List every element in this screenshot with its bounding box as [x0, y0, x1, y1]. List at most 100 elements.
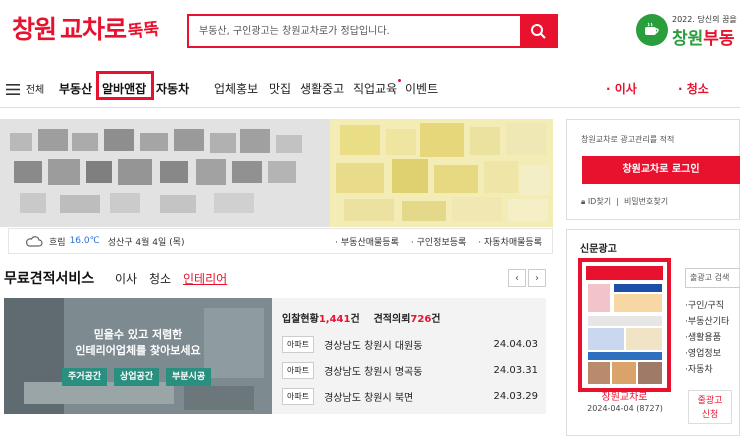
newspaper-thumbnail[interactable]: [578, 258, 671, 392]
nav-item-education[interactable]: 직업교육: [353, 70, 397, 108]
row-date: 24.04.03: [493, 338, 538, 350]
newspaper-ad-title: 신문광고: [580, 244, 617, 255]
thumbnail-caption[interactable]: 창원교차로: [578, 388, 671, 403]
weather-date: 성산구 4월 4일 (목): [107, 237, 185, 248]
weather-temp: 16.0℃: [69, 236, 100, 246]
brand-tagline: 2022. 당신의 꿈을: [672, 15, 737, 24]
brand-banner[interactable]: 2022. 당신의 꿈을 창원부동: [636, 10, 737, 49]
nav-item-event[interactable]: 이벤트: [405, 70, 438, 108]
find-id-link[interactable]: ID찾기: [588, 197, 611, 206]
bid-stats-panel: 입찰현황1,441건 견적의뢰726건 아파트 경상남도 창원시 대원동 24.…: [272, 298, 546, 414]
cloud-icon: [25, 236, 43, 247]
coffee-cup-icon: [636, 13, 668, 46]
residential-button[interactable]: 주거공간: [62, 368, 108, 386]
classified-links: ·구인/구직 ·부동산기타 ·생활용품 ·영업정보 ·자동차: [685, 298, 729, 378]
stats-value-bids: 1,441: [318, 314, 351, 325]
weather-bar: 흐림 16.0℃ 성산구 4월 4일 (목) · 부동산매물등록 · 구인정보등…: [8, 228, 553, 254]
tab-cleaning[interactable]: 청소: [149, 270, 171, 287]
brand-name-b: 부동: [703, 29, 735, 49]
type-badge: 아파트: [282, 335, 315, 353]
chevron-right-icon: ›: [535, 272, 539, 284]
nav-item-food[interactable]: 맛집: [269, 70, 291, 108]
nav-item-jobs[interactable]: 알바앤잡: [102, 70, 146, 108]
search-icon: [531, 24, 546, 39]
nav-item-promo[interactable]: 업체홍보: [214, 70, 258, 108]
promo-line-2: 인테리어업체를 찾아보세요: [75, 344, 201, 357]
register-realestate-link[interactable]: · 부동산매물등록: [335, 235, 399, 248]
classified-link-label: 자동차: [687, 365, 713, 375]
login-button[interactable]: 창원교차로 로그인: [582, 156, 740, 184]
partial-button[interactable]: 부분시공: [166, 368, 212, 386]
classified-link-label: 부동산기타: [687, 317, 730, 327]
row-address: 경상남도 창원시 대원동: [324, 340, 423, 352]
row-date: 24.03.29: [493, 390, 538, 402]
nav-cleaning-label: 청소: [686, 82, 709, 96]
type-badge: 아파트: [282, 387, 315, 405]
site-logo[interactable]: 창원 교차로 뚝뚝: [12, 10, 161, 46]
classified-search-input[interactable]: 출광고 검색: [685, 268, 740, 288]
stats-label-requests: 견적의뢰: [373, 314, 411, 325]
weather-condition: 흐림: [49, 237, 66, 248]
classified-link-realestate[interactable]: ·부동산기타: [685, 314, 729, 330]
stats-value-requests: 726: [410, 314, 432, 325]
service-title: 무료견적서비스: [4, 271, 95, 287]
stats-header: 입찰현황1,441건 견적의뢰726건: [282, 310, 536, 325]
table-row[interactable]: 아파트 경상남도 창원시 북면 24.03.29: [282, 386, 538, 406]
bullet-icon: ·: [678, 82, 687, 96]
logo-text-sub: 교차로: [60, 15, 127, 44]
classified-link-label: 구인/구직: [687, 301, 725, 311]
nav-item-used[interactable]: 생활중고: [300, 70, 344, 108]
nav-item-cleaning[interactable]: · 청소: [678, 70, 709, 108]
search-bar: [187, 14, 558, 48]
stats-unit-requests: 건: [431, 314, 441, 325]
next-button[interactable]: ›: [528, 269, 546, 287]
classified-link-jobs[interactable]: ·구인/구직: [685, 298, 729, 314]
login-panel: 창원교차로 광고관리를 적적 창원교차로 로그인 🔒︎ ID찾기 | 비밀번호찾…: [566, 119, 740, 220]
prev-button[interactable]: ‹: [508, 269, 526, 287]
register-car-link[interactable]: · 자동차매물등록: [478, 235, 542, 248]
nav-moving-label: 이사: [614, 82, 637, 96]
commercial-button[interactable]: 상업공간: [114, 368, 160, 386]
row-address: 경상남도 창원시 명곡동: [324, 366, 423, 378]
nav-item-realestate[interactable]: 부동산: [59, 70, 92, 108]
row-date: 24.03.31: [493, 364, 538, 376]
table-row[interactable]: 아파트 경상남도 창원시 대원동 24.04.03: [282, 334, 538, 354]
classified-link-goods[interactable]: ·생활용품: [685, 330, 729, 346]
login-note: 창원교차로 광고관리를 적적: [581, 135, 675, 144]
table-row[interactable]: 아파트 경상남도 창원시 명곡동 24.03.31: [282, 360, 538, 380]
classified-link-label: 영업정보: [687, 349, 721, 359]
search-button[interactable]: [520, 16, 556, 46]
classified-link-label: 생활용품: [687, 333, 721, 343]
interior-promo[interactable]: 믿을수 있고 저렴한 인테리어업체를 찾아보세요 주거공간 상업공간 부분시공: [4, 298, 272, 414]
register-job-label: 구인정보등록: [416, 237, 467, 248]
logo-mark: 뚝뚝: [127, 19, 161, 43]
stats-unit-bids: 건: [350, 314, 360, 325]
thumbnail-date: 2024-04-04 (8727): [587, 404, 663, 413]
brand-name-a: 창원: [672, 29, 704, 49]
classified-link-cars[interactable]: ·자동차: [685, 362, 729, 378]
logo-text-main: 창원: [12, 15, 57, 44]
search-input[interactable]: [189, 16, 520, 46]
classified-apply-button[interactable]: 줄광고 신청: [688, 390, 732, 424]
row-address: 경상남도 창원시 북면: [324, 392, 414, 404]
nav-item-cars[interactable]: 자동차: [156, 70, 189, 108]
register-realestate-label: 부동산매물등록: [340, 237, 399, 248]
hamburger-icon: [6, 84, 20, 95]
apply-line-2: 신청: [701, 410, 719, 420]
lock-icon: 🔒︎: [581, 197, 586, 206]
bullet-icon: ·: [606, 82, 615, 96]
register-job-link[interactable]: · 구인정보등록: [411, 235, 466, 248]
newspaper-ad-panel: 신문광고 창원교차로 2024-04-04 (8727) 출광고 검색 ·구인/…: [566, 229, 740, 436]
classified-link-business[interactable]: ·영업정보: [685, 346, 729, 362]
login-links: 🔒︎ ID찾기 | 비밀번호찾기: [581, 197, 669, 206]
nav-item-moving[interactable]: · 이사: [606, 70, 637, 108]
tab-interior[interactable]: 인테리어: [183, 270, 227, 287]
all-menu-button[interactable]: 전체: [6, 70, 44, 108]
stats-label-bids: 입찰현황: [282, 314, 319, 325]
type-badge: 아파트: [282, 361, 315, 379]
main-banner-image[interactable]: [0, 119, 553, 227]
main-nav: 전체 부동산 알바앤잡 자동차 업체홍보 맛집 생활중고 직업교육 이벤트 · …: [0, 70, 740, 108]
tab-moving[interactable]: 이사: [115, 270, 137, 287]
new-dot: [398, 79, 401, 82]
find-password-link[interactable]: 비밀번호찾기: [624, 197, 668, 206]
